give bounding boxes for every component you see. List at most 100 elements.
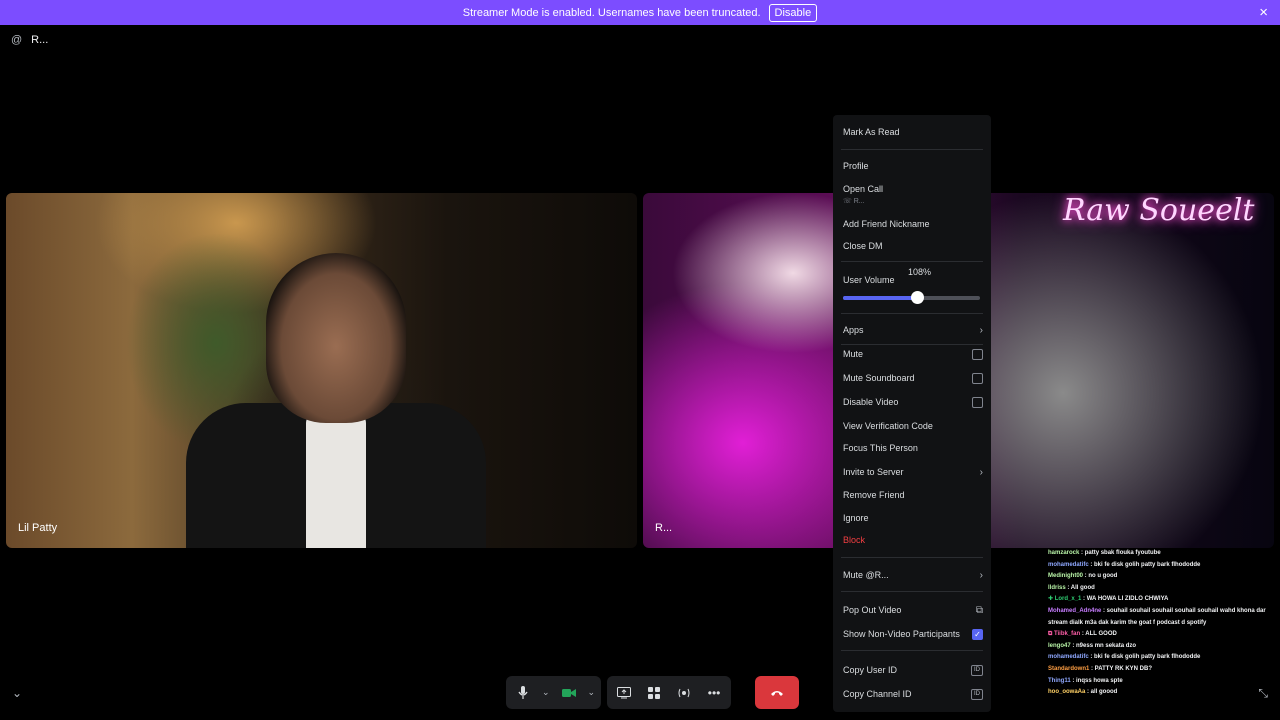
- disconnect-button[interactable]: [755, 676, 800, 709]
- chat-message: mohamedatifc : bki fe disk golih patty b…: [1048, 652, 1280, 664]
- dm-user-name[interactable]: R...: [31, 34, 48, 46]
- chat-username: ⧉ Tiibk_fan: [1048, 631, 1081, 638]
- participant-figure: [306, 413, 366, 548]
- screen-share-icon[interactable]: [613, 682, 635, 704]
- menu-item-apps[interactable]: Apps ›: [843, 321, 983, 339]
- chevron-down-icon[interactable]: ⌄: [542, 687, 550, 698]
- menu-separator: [841, 149, 983, 150]
- activity-controls: •••: [607, 676, 732, 709]
- chat-username: lengo47: [1048, 642, 1071, 649]
- chat-text: : no u good: [1083, 573, 1118, 580]
- disable-streamer-mode-button[interactable]: Disable: [768, 3, 818, 22]
- close-icon[interactable]: ×: [1259, 4, 1268, 21]
- user-volume-slider[interactable]: [843, 291, 980, 304]
- chat-text: : All good: [1065, 584, 1095, 591]
- more-options-icon[interactable]: •••: [703, 682, 725, 704]
- chat-text: : patty sbak flouka fyoutube: [1079, 550, 1161, 556]
- external-link-icon: ⧉: [975, 604, 983, 616]
- chat-username: hamzarock: [1048, 550, 1080, 556]
- menu-item-block[interactable]: Block: [843, 531, 983, 549]
- chat-text: : inqss howa spte: [1070, 677, 1123, 684]
- mute-checkbox[interactable]: [972, 348, 983, 360]
- menu-item-mute[interactable]: Mute: [843, 345, 983, 363]
- menu-item-focus-this-person[interactable]: Focus This Person: [843, 439, 983, 457]
- menu-item-copy-user-id[interactable]: Copy User ID ID: [843, 661, 983, 679]
- video-tile-lil-patty[interactable]: Lil Patty: [6, 193, 637, 548]
- phone-icon: ☏: [843, 198, 852, 205]
- chat-text: : PATTY RK KYN DB?: [1089, 665, 1153, 672]
- user-context-menu: Mark As Read Profile Open Call ☏ R... Ad…: [833, 115, 991, 712]
- menu-separator: [841, 650, 983, 651]
- menu-item-profile[interactable]: Profile: [843, 157, 983, 175]
- participant-figure: [266, 253, 406, 423]
- chat-text: : ALL GOOD: [1080, 631, 1117, 638]
- chat-text: : bki fe disk golih patty bark flhododde: [1088, 561, 1201, 568]
- stream-chat-overlay: hamzarock : patty sbak flouka fyoutube mo…: [1048, 548, 1280, 699]
- menu-item-remove-friend[interactable]: Remove Friend: [843, 486, 983, 504]
- chat-message: hamzarock : patty sbak flouka fyoutube: [1048, 548, 1280, 560]
- menu-item-view-verification-code[interactable]: View Verification Code: [843, 417, 983, 435]
- dm-header: @ R...: [11, 34, 48, 46]
- hang-up-icon: [770, 684, 784, 702]
- chevron-right-icon: ›: [979, 466, 983, 478]
- chat-message: Mohamed_Adn4ne : souhail souhail souhail…: [1048, 606, 1280, 629]
- chat-username: Standardown1: [1048, 665, 1090, 672]
- participant-name-label: R...: [655, 522, 673, 534]
- participant-name-label: Lil Patty: [18, 522, 58, 534]
- chat-message: Standardown1 : PATTY RK KYN DB?: [1048, 664, 1280, 676]
- soundboard-icon[interactable]: [673, 682, 695, 704]
- menu-item-copy-channel-id[interactable]: Copy Channel ID ID: [843, 685, 983, 703]
- slider-handle[interactable]: [910, 291, 924, 304]
- streamer-mode-banner: Streamer Mode is enabled. Usernames have…: [0, 0, 1280, 25]
- menu-separator: [841, 313, 983, 314]
- chat-message: lengo47 : n9ess mn sekata dzo: [1048, 641, 1280, 653]
- chat-text: : all goood: [1085, 689, 1118, 696]
- chat-username: Mohamed_Adn4ne: [1048, 607, 1102, 614]
- chat-username: ✚ Lord_x_1: [1048, 596, 1082, 603]
- activities-icon[interactable]: [643, 682, 665, 704]
- chat-text: : bki fe disk golih patty bark flhododde: [1088, 654, 1201, 661]
- chat-message: lldriss : All good: [1048, 583, 1280, 595]
- banner-message: Streamer Mode is enabled. Usernames have…: [462, 6, 761, 19]
- menu-separator: [841, 261, 983, 262]
- microphone-icon[interactable]: [512, 682, 534, 704]
- menu-separator: [841, 591, 983, 592]
- camera-icon[interactable]: [558, 682, 580, 704]
- menu-item-mute-soundboard[interactable]: Mute Soundboard: [843, 369, 983, 387]
- menu-item-show-non-video-participants[interactable]: Show Non-Video Participants ✓: [843, 625, 983, 643]
- chat-message: ⧉ Tiibk_fan : ALL GOOD: [1048, 629, 1280, 641]
- chevron-right-icon: ›: [979, 569, 983, 581]
- menu-item-mark-as-read[interactable]: Mark As Read: [843, 123, 983, 141]
- chat-message: hoo_oowaAa : all goood: [1048, 687, 1280, 699]
- chat-username: mohamedatifc: [1048, 561, 1089, 568]
- open-call-subtitle: ☏ R...: [843, 198, 865, 205]
- id-icon: ID: [971, 688, 983, 700]
- call-controls: ⌄ ⌄ •••: [506, 676, 800, 709]
- chat-text: : n9ess mn sekata dzo: [1070, 642, 1137, 649]
- chat-message: mohamedatifc : bki fe disk golih patty b…: [1048, 560, 1280, 572]
- menu-item-close-dm[interactable]: Close DM: [843, 237, 983, 255]
- menu-separator: [841, 557, 983, 558]
- menu-item-add-friend-nickname[interactable]: Add Friend Nickname: [843, 215, 983, 233]
- id-icon: ID: [971, 664, 983, 676]
- mic-control[interactable]: ⌄ ⌄: [506, 676, 602, 709]
- volume-tooltip: 108%: [908, 267, 932, 277]
- show-non-video-checkbox[interactable]: ✓: [972, 628, 983, 640]
- disable-video-checkbox[interactable]: [972, 396, 983, 408]
- chevron-down-icon[interactable]: ⌄: [588, 687, 596, 698]
- chat-text: : WA HOWA LI ZIDLO CHWIYA: [1081, 596, 1169, 603]
- slider-fill: [843, 296, 917, 300]
- menu-item-open-call[interactable]: Open Call: [843, 180, 983, 198]
- menu-item-invite-to-server[interactable]: Invite to Server ›: [843, 463, 983, 481]
- menu-item-pop-out-video[interactable]: Pop Out Video ⧉: [843, 601, 983, 619]
- chat-username: mohamedatifc: [1048, 654, 1089, 661]
- menu-item-disable-video[interactable]: Disable Video: [843, 393, 983, 411]
- chevron-down-icon[interactable]: ⌄: [12, 686, 22, 700]
- neon-sign: Raw Soueelt: [1063, 193, 1255, 228]
- chevron-right-icon: ›: [979, 324, 983, 336]
- menu-item-mute-user[interactable]: Mute @R... ›: [843, 566, 983, 584]
- menu-item-ignore[interactable]: Ignore: [843, 509, 983, 527]
- fullscreen-icon[interactable]: ⤡: [1258, 686, 1268, 701]
- chat-username: Thing11: [1048, 677, 1071, 684]
- mute-soundboard-checkbox[interactable]: [972, 372, 983, 384]
